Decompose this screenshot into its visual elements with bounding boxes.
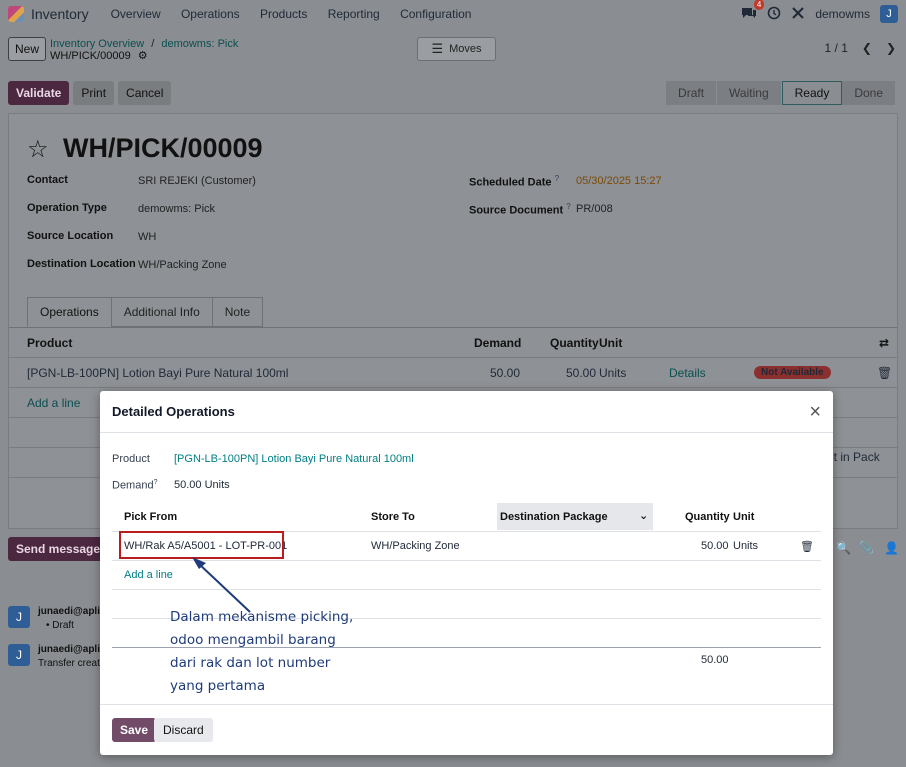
annotation-line: yang pertama — [170, 678, 266, 694]
annotation-line: Dalam mekanisme picking, — [170, 609, 354, 625]
annotation-line: dari rak dan lot number — [170, 655, 331, 671]
annotation-line: odoo mengambil barang — [170, 632, 336, 648]
annotation-arrow-icon — [192, 557, 251, 613]
annotation-note: Dalam mekanisme picking, odoo mengambil … — [170, 606, 380, 698]
